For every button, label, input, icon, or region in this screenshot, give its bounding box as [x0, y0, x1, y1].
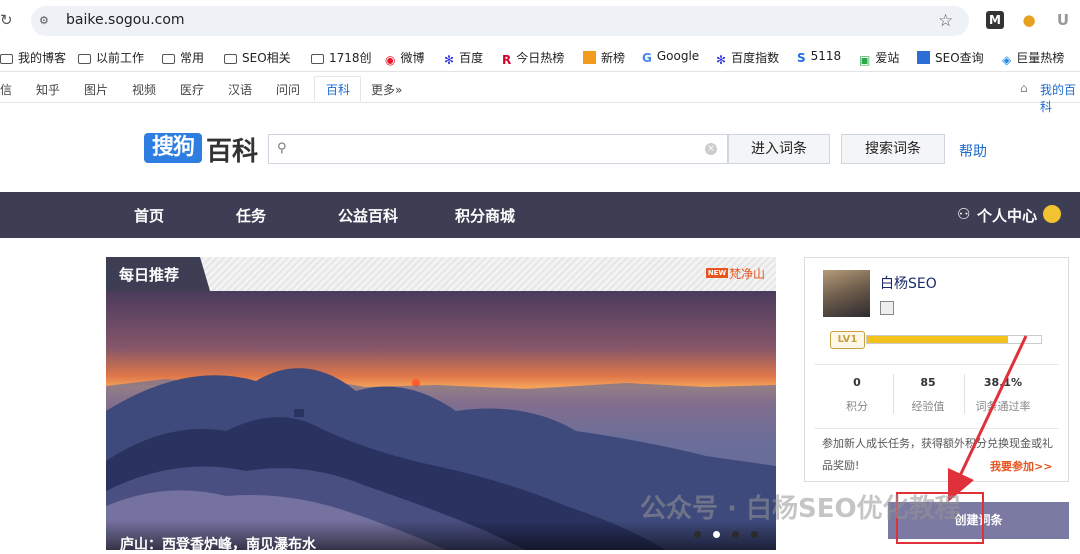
sogou-logo[interactable]: 搜狗 — [144, 133, 202, 163]
topnav-item-more[interactable]: 更多» — [371, 81, 402, 98]
bookmark-item[interactable]: 新榜 — [583, 49, 625, 66]
site-settings-icon[interactable]: ⚙ — [39, 14, 53, 28]
reload-icon[interactable]: ↻ — [0, 12, 14, 28]
topnav-item-video[interactable]: 视频 — [132, 81, 156, 98]
user-icon: ⚇ — [957, 205, 971, 223]
stat-points-value: 0 — [853, 376, 861, 389]
user-center-link[interactable]: 个人中心 — [977, 205, 1037, 226]
u-extension-icon[interactable]: U — [1054, 11, 1072, 29]
bookmark-item[interactable]: ◉ 微博 — [385, 49, 425, 67]
featured-caption[interactable]: 庐山：西登香炉峰，南见瀑布水 — [120, 534, 316, 554]
new-badge: NEW — [706, 268, 728, 278]
carousel-dot[interactable] — [694, 531, 701, 538]
sogou-extension-icon[interactable]: ● — [1020, 11, 1038, 29]
menu-item-charity[interactable]: 公益百科 — [338, 205, 398, 226]
topnav-item-hanyu[interactable]: 汉语 — [228, 81, 252, 98]
url-text[interactable]: baike.sogou.com — [66, 12, 185, 28]
bookmark-star-icon[interactable]: ☆ — [938, 11, 953, 31]
topnav-item-medical[interactable]: 医疗 — [180, 81, 204, 98]
search-entry-button[interactable]: 搜索词条 — [841, 134, 945, 164]
clear-icon[interactable]: × — [705, 143, 717, 155]
bookmark-item[interactable]: SEO查询 — [917, 49, 984, 66]
my-baike-link[interactable]: 我的百科 — [1040, 81, 1080, 115]
baike-logo-text[interactable]: 百科 — [206, 131, 258, 168]
menu-item-tasks[interactable]: 任务 — [236, 205, 266, 226]
help-link[interactable]: 帮助 — [959, 141, 987, 161]
m-extension-icon[interactable]: M — [986, 11, 1004, 29]
daily-title: 每日推荐 — [119, 266, 180, 284]
folder-icon — [311, 54, 324, 64]
carousel-dot[interactable] — [751, 531, 758, 538]
user-name[interactable]: 白杨SEO — [880, 273, 937, 293]
menu-item-home[interactable]: 首页 — [134, 205, 164, 226]
carousel-dot[interactable] — [732, 531, 739, 538]
bookmark-item[interactable]: 我的博客 — [0, 49, 66, 66]
menu-item-points-mall[interactable]: 积分商城 — [455, 205, 515, 226]
home-icon: ⌂ — [1020, 81, 1028, 95]
r-icon: R — [502, 53, 512, 67]
google-icon: G — [642, 51, 652, 65]
bookmark-item[interactable]: R 今日热榜 — [502, 49, 564, 67]
bookmark-item[interactable]: ✻ 百度 — [444, 49, 483, 67]
folder-icon — [78, 54, 91, 64]
carousel-dot-active[interactable] — [713, 531, 720, 538]
aizhan-icon: ▣ — [859, 53, 871, 67]
topnav-item-baike[interactable]: 百科 — [326, 81, 350, 98]
level-badge: LV1 — [830, 331, 865, 349]
baidu-paw-icon: ✻ — [716, 53, 727, 67]
bookmark-item[interactable]: ✻ 百度指数 — [716, 49, 779, 67]
site-top-nav — [0, 76, 1080, 103]
bookmark-item[interactable]: 常用 — [162, 49, 204, 66]
bookmark-item[interactable]: 以前工作 — [78, 49, 144, 66]
badge-icon — [880, 301, 894, 315]
daily-topic-link[interactable]: 梵净山 — [729, 265, 765, 282]
topnav-item[interactable]: 信 — [0, 81, 12, 98]
baidu-paw-icon: ✻ — [444, 53, 455, 67]
bookmark-item[interactable]: ▣ 爱站 — [859, 49, 899, 67]
topnav-item-zhihu[interactable]: 知乎 — [36, 81, 60, 98]
bookmark-item[interactable]: S 5118 — [797, 49, 841, 65]
coin-icon[interactable] — [1043, 205, 1061, 223]
annotation-arrow — [948, 335, 1028, 502]
bookmark-item[interactable]: ◈ 巨量热榜 — [1002, 49, 1064, 67]
bookmark-item[interactable]: G Google — [642, 49, 699, 65]
watermark: 公众号 · 白杨SEO优化教程 — [640, 494, 961, 524]
stat-points-label: 积分 — [846, 400, 868, 413]
5118-icon: S — [797, 51, 806, 65]
seo-query-icon — [917, 51, 930, 64]
xinbang-icon — [583, 51, 596, 64]
bookmark-item[interactable]: SEO相关 — [224, 49, 291, 66]
folder-icon — [224, 54, 237, 64]
search-input[interactable] — [268, 134, 728, 164]
search-icon: ⚲ — [277, 141, 287, 156]
topnav-item-wenwen[interactable]: 问问 — [276, 81, 300, 98]
avatar[interactable] — [823, 270, 870, 317]
weibo-icon: ◉ — [385, 53, 396, 67]
topnav-item-images[interactable]: 图片 — [84, 81, 108, 98]
bookmark-item[interactable]: 1718创 — [311, 49, 372, 66]
enter-entry-button[interactable]: 进入词条 — [728, 134, 830, 164]
folder-icon — [0, 54, 13, 64]
folder-icon — [162, 54, 175, 64]
juliang-icon: ◈ — [1002, 53, 1012, 67]
